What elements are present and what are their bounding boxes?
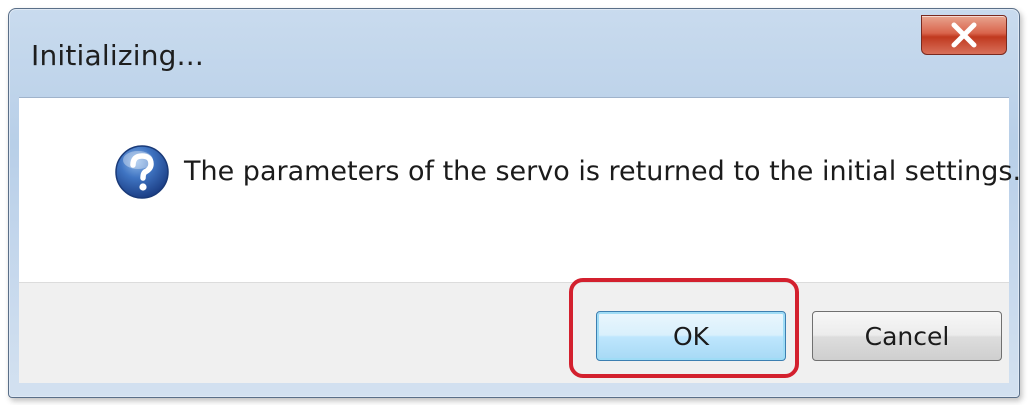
close-button[interactable] xyxy=(921,15,1007,55)
title-bar[interactable]: Initializing... xyxy=(9,9,1019,94)
button-bar: OK Cancel xyxy=(19,282,1009,383)
dialog-window: Initializing... The parameters of the se… xyxy=(8,8,1020,398)
dialog-message: The parameters of the servo is returned … xyxy=(184,156,1020,187)
cancel-button[interactable]: Cancel xyxy=(812,311,1002,361)
close-icon xyxy=(951,22,977,48)
dialog-content: The parameters of the servo is returned … xyxy=(19,97,1019,283)
question-icon xyxy=(115,145,169,199)
ok-button[interactable]: OK xyxy=(596,311,786,361)
dialog-title: Initializing... xyxy=(31,39,204,72)
